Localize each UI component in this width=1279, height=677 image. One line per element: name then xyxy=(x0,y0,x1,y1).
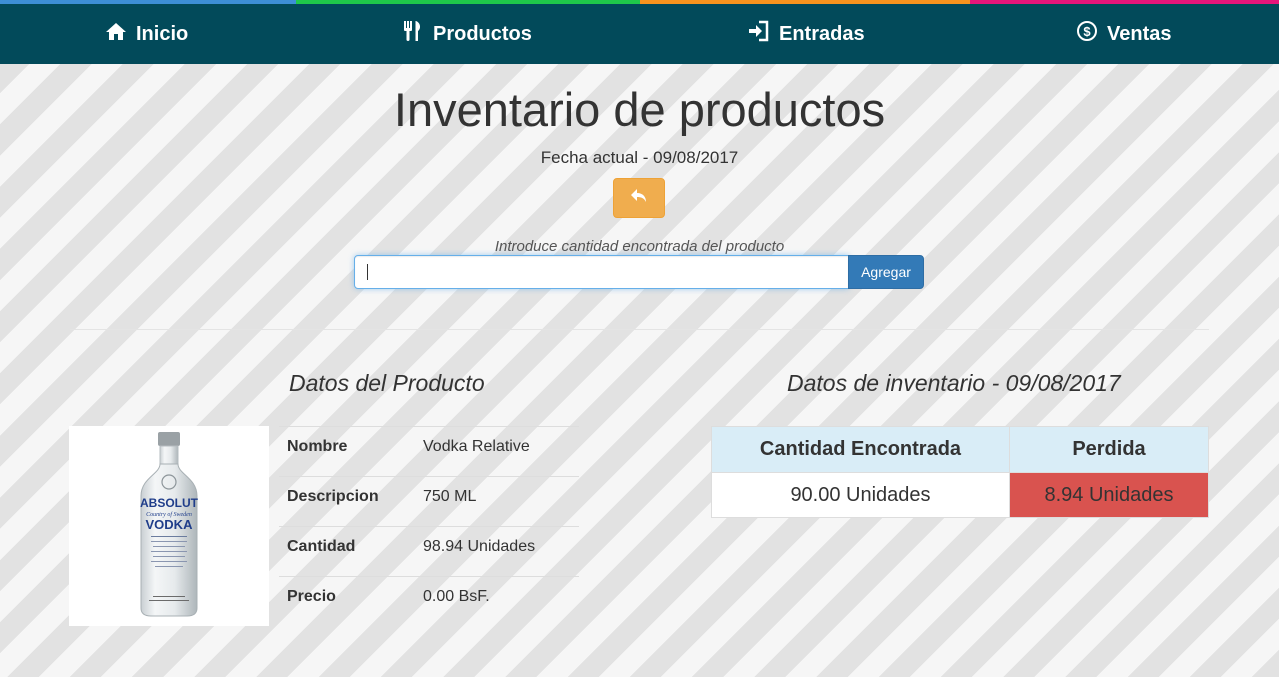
text-cursor xyxy=(367,264,368,280)
page-title: Inventario de productos xyxy=(393,83,886,136)
svg-text:ABSOLUT: ABSOLUT xyxy=(140,496,199,510)
nav-item-entradas[interactable]: Entradas xyxy=(748,4,865,64)
product-details-table: Nombre Vodka Relative Descripcion 750 ML… xyxy=(279,426,579,626)
quantity-label: Introduce cantidad encontrada del produc… xyxy=(494,238,785,255)
add-button[interactable]: Agregar xyxy=(848,255,924,289)
row-key-cantidad: Cantidad xyxy=(287,538,356,555)
row-value-cantidad: 98.94 Unidades xyxy=(423,538,536,555)
table-row: Descripcion 750 ML xyxy=(279,476,579,526)
row-value-nombre: Vodka Relative xyxy=(423,438,530,455)
home-icon xyxy=(105,21,136,47)
quantity-input[interactable] xyxy=(354,255,849,289)
header-loss: Perdida xyxy=(1072,438,1146,460)
row-key-precio: Precio xyxy=(287,588,336,605)
nav-item-productos[interactable]: Productos xyxy=(402,4,532,64)
nav-item-ventas[interactable]: $ Ventas xyxy=(1076,4,1171,64)
undo-arrow-icon xyxy=(630,188,648,209)
vodka-bottle-image: ABSOLUT Country of Sweden VODKA xyxy=(140,432,199,617)
inventory-table-header: Cantidad Encontrada Perdida xyxy=(712,427,1208,473)
divider xyxy=(70,329,1209,330)
loss-value: 8.94 Unidades xyxy=(1010,473,1208,517)
row-value-descripcion: 750 ML xyxy=(423,488,477,505)
nav-item-inicio[interactable]: Inicio xyxy=(105,4,188,64)
found-quantity-value: 90.00 Unidades xyxy=(712,473,1010,517)
nav-label-productos: Productos xyxy=(433,22,532,45)
nav-label-ventas: Ventas xyxy=(1107,22,1172,45)
svg-text:VODKA: VODKA xyxy=(146,517,194,532)
table-row: Nombre Vodka Relative xyxy=(279,426,579,476)
navbar: Inicio Productos Entradas $ Ventas xyxy=(0,4,1279,64)
product-section-title: Datos del Producto xyxy=(289,370,485,396)
current-date: Fecha actual - 09/08/2017 xyxy=(540,148,739,167)
back-button[interactable] xyxy=(613,178,665,218)
nav-label-inicio: Inicio xyxy=(136,22,189,45)
svg-text:$: $ xyxy=(1083,24,1091,39)
dollar-circle-icon: $ xyxy=(1076,20,1107,48)
row-key-descripcion: Descripcion xyxy=(287,488,379,505)
row-key-nombre: Nombre xyxy=(287,438,348,455)
header-found-quantity: Cantidad Encontrada xyxy=(712,427,1010,472)
sign-in-icon xyxy=(748,20,779,48)
table-row: Precio 0.00 BsF. xyxy=(279,576,579,626)
nav-label-entradas: Entradas xyxy=(779,22,865,45)
table-row: Cantidad 98.94 Unidades xyxy=(279,526,579,576)
inventory-table: Cantidad Encontrada Perdida 90.00 Unidad… xyxy=(711,426,1209,518)
fork-knife-icon xyxy=(402,20,433,48)
product-image: ABSOLUT Country of Sweden VODKA xyxy=(69,426,269,626)
inventory-section-title: Datos de inventario - 09/08/2017 xyxy=(787,370,1121,396)
table-row: 90.00 Unidades 8.94 Unidades xyxy=(712,473,1208,517)
row-value-precio: 0.00 BsF. xyxy=(423,588,490,605)
